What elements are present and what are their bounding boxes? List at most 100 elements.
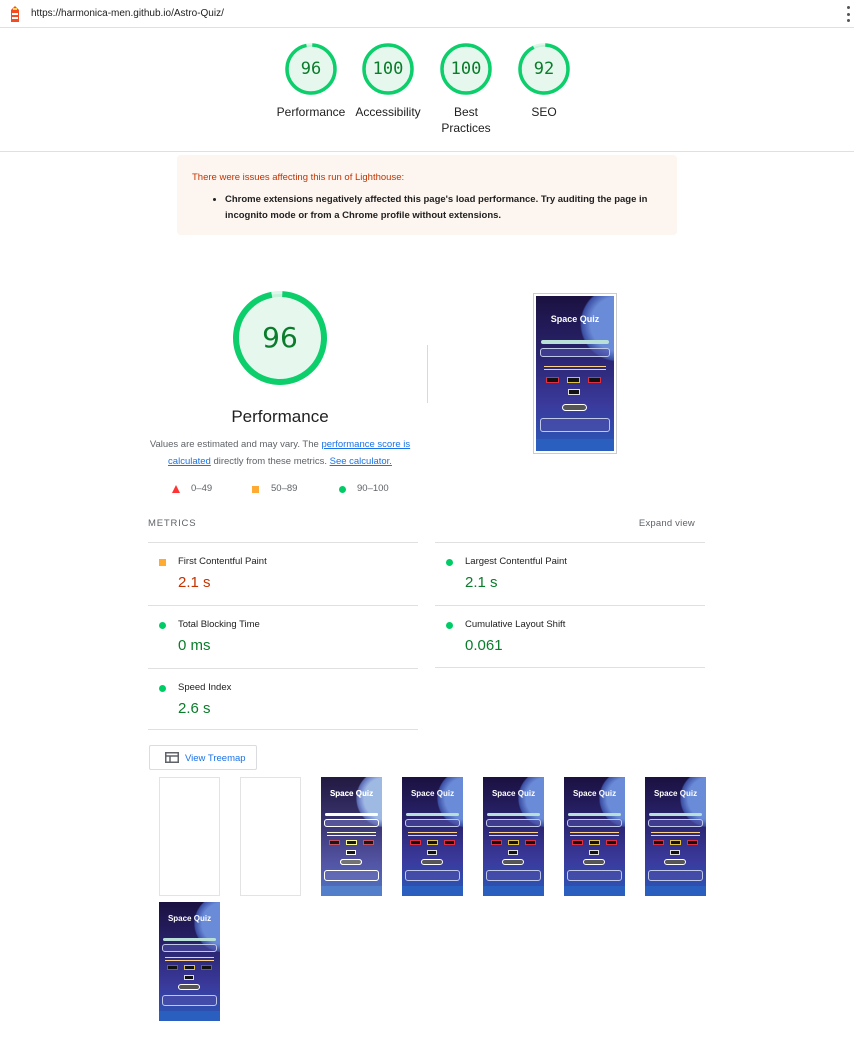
frame-text-line [327,832,376,833]
filmstrip-frame: Space Quiz [645,777,706,896]
legend-pass: 90–100 [357,483,389,494]
frame-answer-button [184,965,195,970]
filmstrip-frame: Space Quiz [402,777,463,896]
metric-largest-contentful-paint: Largest Contentful Paint 2.1 s [435,542,705,604]
frame-footer [483,886,544,896]
frame-banner [567,813,622,816]
filmstrip-frame: Space Quiz [483,777,544,896]
metric-value: 2.6 s [178,700,211,717]
page-url[interactable]: https://harmonica-men.github.io/Astro-Qu… [31,8,224,19]
summary-label: Accessibility [355,105,421,119]
performance-title: Performance [231,407,329,426]
summary-gauge-seo[interactable]: 92 SEO [504,42,584,120]
frame-answer-button [508,850,518,855]
frame-text-line [651,835,700,836]
score-summary: 96 Performance 100 Accessibility 100 Bes… [0,28,854,152]
filmstrip-frame-render: Space Quiz [159,902,220,1021]
frame-footer [321,886,382,896]
frame-answer-button [572,840,583,845]
frame-question [567,819,622,827]
frame-title: Space Quiz [167,914,212,923]
pass-circle-icon [446,622,453,629]
frame-footer [159,1011,220,1021]
frame-answer-button [427,840,438,845]
frame-footer [564,886,625,896]
frame-question [405,819,460,827]
frame-text-line [165,957,214,958]
pass-circle-icon [339,486,346,493]
frame-text-line [489,832,538,833]
frame-answer-button [687,840,698,845]
screenshot-text-line [543,369,607,370]
view-treemap-label: View Treemap [185,753,246,764]
filmstrip-frame-blank [159,777,220,896]
frame-stats [405,870,460,881]
view-treemap-button[interactable]: View Treemap [149,745,257,770]
run-warning: There were issues affecting this run of … [177,155,677,235]
screenshot-title: Space Quiz [550,314,600,324]
frame-title: Space Quiz [329,789,374,798]
frame-next-button [664,859,686,865]
warning-title: There were issues affecting this run of … [192,172,405,183]
frame-stats [486,870,541,881]
lighthouse-logo-icon [11,6,19,22]
frame-question [324,819,379,827]
expand-view-toggle[interactable]: Expand view [639,518,695,529]
frame-answer-button [363,840,374,845]
summary-label: SEO [531,105,557,119]
summary-label: Best Practices [441,105,491,135]
frame-question [648,819,703,827]
filmstrip-frame-render: Space Quiz [321,777,382,896]
filmstrip-frame-render: Space Quiz [564,777,625,896]
calculator-link[interactable]: See calculator. [330,456,392,467]
screenshot-answer-button [546,377,559,383]
frame-question [162,944,217,952]
metric-value: 0.061 [465,637,503,654]
summary-gauge-best-practices[interactable]: 100 Best Practices [426,42,506,136]
summary-score: 92 [533,59,555,79]
filmstrip-frame: Space Quiz [159,902,220,1021]
warning-list: Chrome extensions negatively affected th… [225,192,662,224]
summary-gauge-performance[interactable]: 96 Performance [271,42,351,120]
frame-question [486,819,541,827]
final-screenshot[interactable]: Space Quiz [533,293,617,454]
filmstrip-frame-render: Space Quiz [483,777,544,896]
frame-next-button [583,859,605,865]
metric-name: Speed Index [178,682,232,693]
frame-stats [162,995,217,1006]
frame-text-line [408,832,457,833]
metric-name: Total Blocking Time [178,619,260,630]
legend-average: 50–89 [271,483,298,494]
frame-stats [648,870,703,881]
filmstrip-frame-blank [240,777,301,896]
filmstrip-frame-render: Space Quiz [402,777,463,896]
filmstrip-frame-render: Space Quiz [645,777,706,896]
filmstrip-frame: Space Quiz [321,777,382,896]
frame-answer-button [346,850,356,855]
more-menu-icon[interactable] [846,6,850,22]
frame-answer-button [653,840,664,845]
treemap-icon [165,752,179,763]
frame-answer-button [184,975,194,980]
screenshot-answer-button [568,389,580,395]
performance-description: Values are estimated and may vary. The p… [140,436,420,470]
divider [435,667,705,668]
metric-cumulative-layout-shift: Cumulative Layout Shift 0.061 [435,605,705,667]
frame-next-button [502,859,524,865]
warning-item: Chrome extensions negatively affected th… [225,192,662,224]
summary-score: 96 [300,59,322,79]
screenshot-text-line [543,366,607,367]
metric-value: 2.1 s [178,574,211,591]
average-square-icon [252,486,259,493]
frame-answer-button [508,840,519,845]
metric-value: 0 ms [178,637,211,654]
metrics-heading: METRICS [148,518,197,529]
summary-gauge-accessibility[interactable]: 100 Accessibility [348,42,428,120]
frame-answer-button [589,840,600,845]
frame-answer-button [444,840,455,845]
frame-stats [567,870,622,881]
frame-banner [324,813,379,816]
frame-answer-button [410,840,421,845]
frame-answer-button [329,840,340,845]
frame-answer-button [525,840,536,845]
